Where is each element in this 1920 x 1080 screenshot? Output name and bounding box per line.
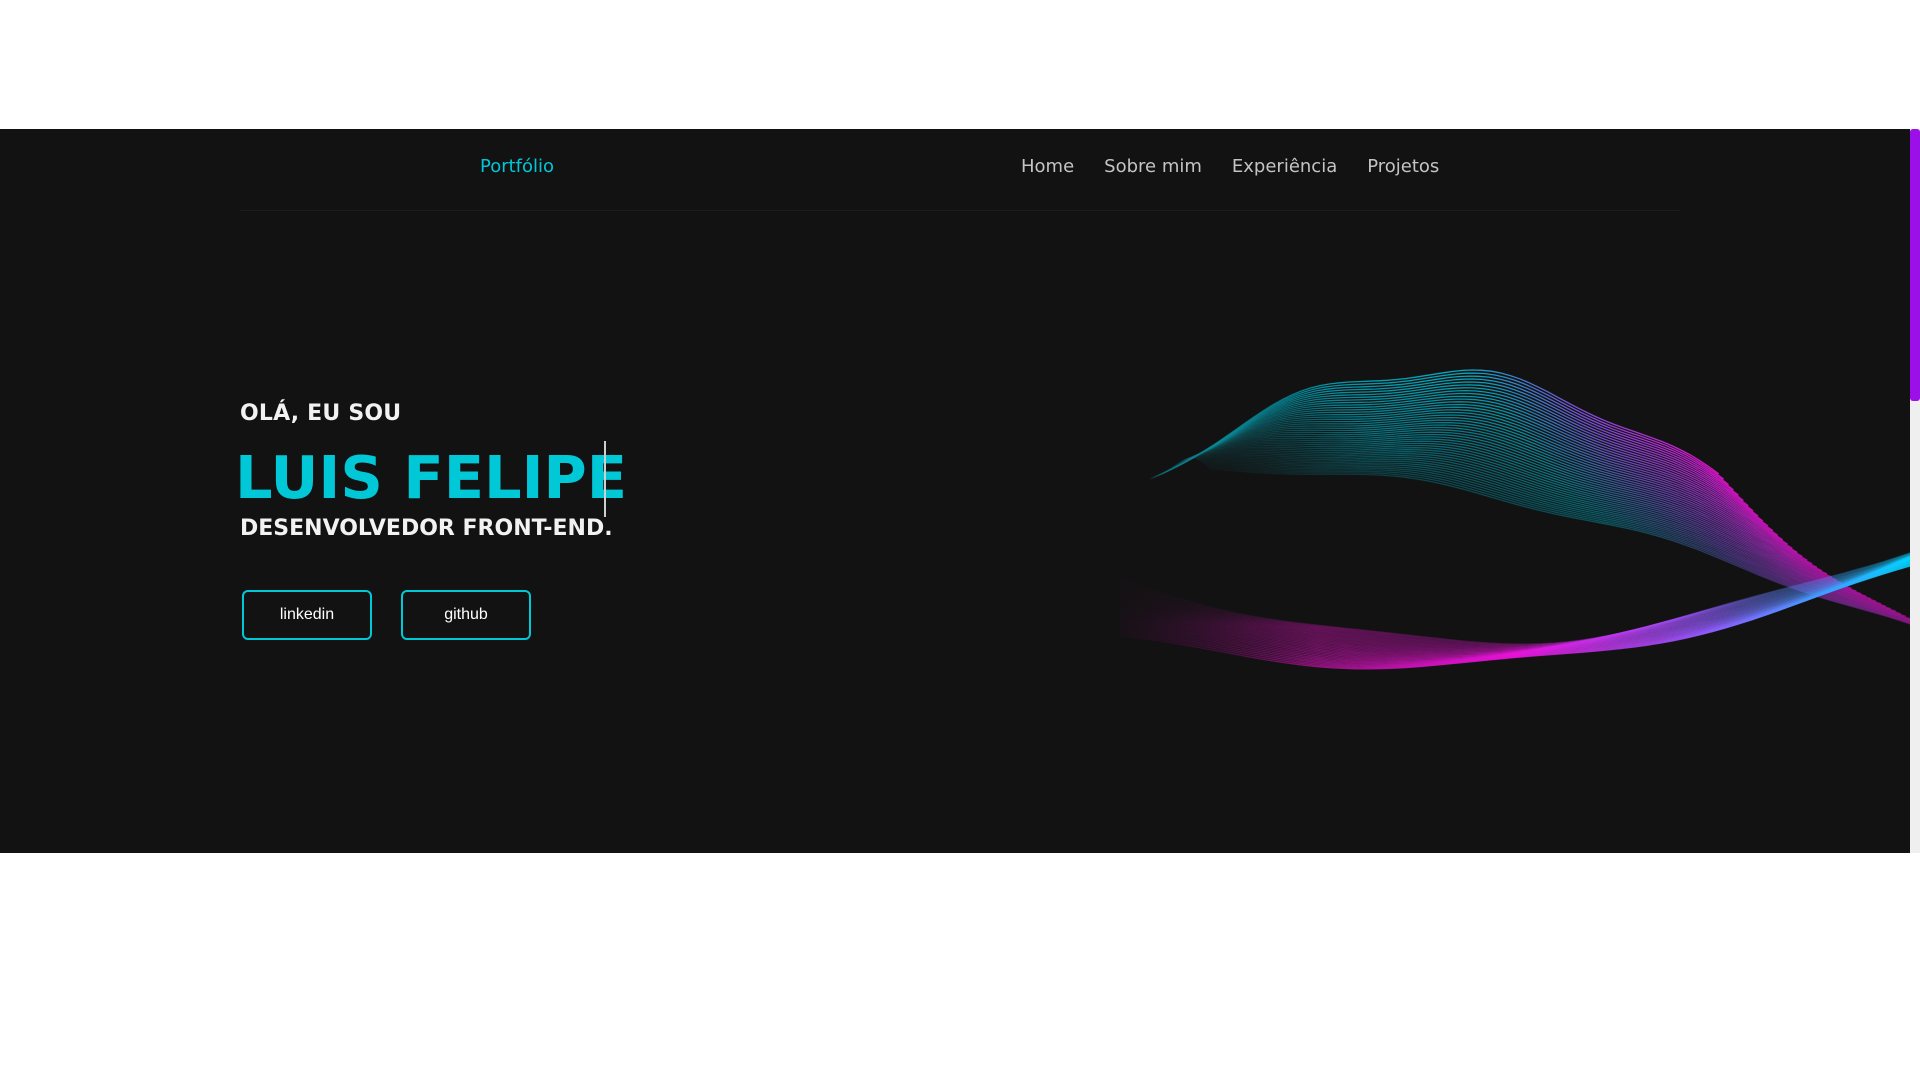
hero-name: LUIS FELIPE [235,443,628,512]
linkedin-button[interactable]: linkedin [242,590,372,640]
typing-caret [604,441,606,517]
nav-link-projetos[interactable]: Projetos [1367,156,1439,177]
scrollbar-thumb[interactable] [1910,129,1920,401]
navbar: Portfólio Home Sobre mim Experiência Pro… [240,129,1680,211]
nav-link-experiencia[interactable]: Experiência [1232,156,1337,177]
nav-links: Home Sobre mim Experiência Projetos [1021,156,1469,177]
page-scrollbar[interactable] [1910,129,1920,853]
github-button[interactable]: github [401,590,531,640]
nav-link-home[interactable]: Home [1021,156,1074,177]
brand-link[interactable]: Portfólio [480,156,554,177]
hero-greeting: OLÁ, EU SOU [240,401,402,426]
hero-role: DESENVOLVEDOR FRONT-END. [240,516,613,541]
wave-line [1207,466,1910,623]
wave-illustration [1119,369,1910,670]
hero-section: Portfólio Home Sobre mim Experiência Pro… [0,129,1910,853]
nav-link-sobre-mim[interactable]: Sobre mim [1104,156,1202,177]
